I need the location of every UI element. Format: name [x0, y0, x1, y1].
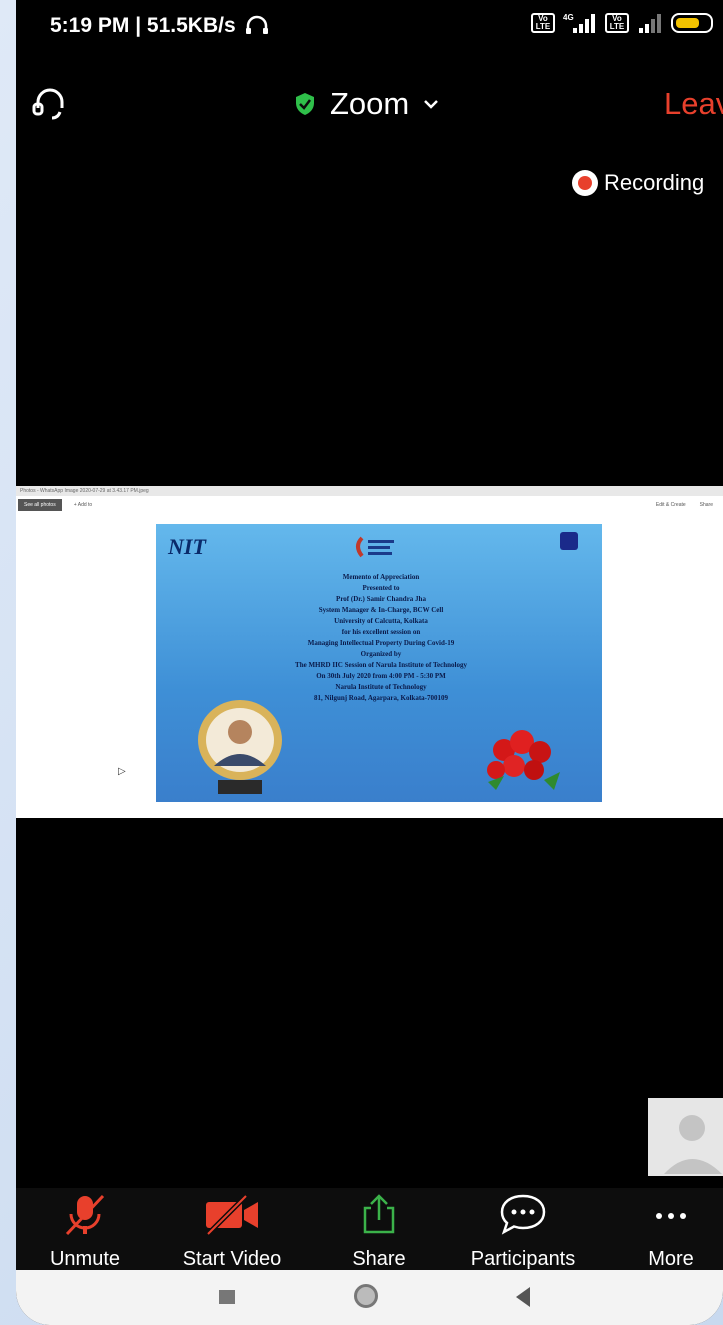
video-off-icon	[206, 1194, 258, 1236]
cert-line: On 30th July 2020 from 4:00 PM - 5:30 PM	[316, 672, 446, 680]
back-triangle-icon[interactable]	[516, 1287, 530, 1307]
cert-line: System Manager & In-Charge, BCW Cell	[318, 606, 444, 614]
signal-4g-icon: 4G	[563, 13, 595, 33]
cert-line: for his excellent session on	[341, 628, 421, 636]
status-icons: Vo LTE 4G Vo LTE	[531, 12, 713, 34]
edit-create-button: Edit & Create	[655, 502, 686, 508]
more-label: More	[648, 1248, 694, 1270]
android-nav-bar	[16, 1270, 723, 1325]
cert-line: Presented to	[362, 584, 400, 592]
see-all-photos-button: See all photos	[18, 499, 62, 511]
battery-icon	[671, 13, 713, 33]
start-video-button[interactable]: Start Video	[174, 1192, 290, 1271]
audio-output-button[interactable]	[30, 82, 70, 127]
shared-window-titlebar: Photos - WhatsApp Image 2020-07-29 at 3.…	[16, 486, 723, 496]
add-to-button: + Add to	[73, 502, 93, 508]
headphone-icon	[32, 88, 64, 120]
status-bar: 5:19 PM | 51.5KB/s Vo LTE 4G Vo LTE	[16, 0, 723, 50]
iic-logo-icon	[356, 536, 394, 558]
cert-line: 81, Nilgunj Road, Agarpara, Kolkata-7001…	[314, 694, 448, 702]
more-button[interactable]: More	[636, 1192, 706, 1271]
unmute-button[interactable]: Unmute	[44, 1192, 126, 1271]
participants-label: Participants	[470, 1248, 576, 1270]
photo-share-button: Share	[699, 502, 713, 508]
unmute-label: Unmute	[49, 1248, 121, 1270]
meeting-title-dropdown[interactable]: Zoom	[294, 86, 439, 122]
cert-line: Prof (Dr.) Samir Chandra Jha	[336, 595, 426, 603]
network-label: 4G	[563, 13, 574, 22]
cert-line: The MHRD IIC Session of Narula Institute…	[295, 661, 467, 669]
institute-crest-icon	[560, 532, 578, 550]
volte-icon: Vo LTE	[531, 13, 555, 33]
self-video-thumbnail[interactable]	[648, 1098, 723, 1176]
cert-line: University of Calcutta, Kolkata	[334, 617, 428, 625]
recents-square-icon[interactable]	[219, 1290, 235, 1304]
shared-window-toolbar: See all photos + Add to Edit & Create Sh…	[16, 496, 723, 514]
app-title: Zoom	[330, 86, 410, 121]
signal-icon	[639, 14, 661, 33]
nit-logo: NIT	[168, 534, 206, 559]
trophy-portrait-icon	[198, 700, 282, 794]
home-circle-icon[interactable]	[354, 1284, 378, 1308]
mouse-cursor-icon: ▷	[118, 766, 126, 777]
chevron-down-icon	[424, 100, 439, 109]
chat-bubble-icon	[500, 1194, 546, 1235]
participants-button[interactable]: Participants	[458, 1192, 588, 1271]
cert-line: Narula Institute of Technology	[335, 683, 427, 691]
more-dots-icon	[656, 1213, 686, 1219]
cert-line: Memento of Appreciation	[342, 573, 420, 581]
record-icon	[572, 170, 598, 196]
recording-label: Recording	[604, 170, 705, 195]
volte-icon-2: Vo LTE	[605, 13, 629, 33]
certificate-text: Memento of Appreciation Presented to Pro…	[256, 572, 506, 704]
rose-bouquet-icon	[487, 730, 560, 790]
certificate-image: NIT Memento of Appreciation Presented to…	[156, 524, 602, 802]
recording-indicator[interactable]: Recording	[572, 170, 704, 196]
mic-off-icon	[65, 1194, 105, 1236]
shield-check-icon	[296, 93, 314, 115]
cert-line: Organized by	[360, 650, 402, 658]
headset-status-icon	[246, 15, 269, 34]
share-upload-icon	[363, 1194, 395, 1234]
cert-line: Managing Intellectual Property During Co…	[307, 639, 455, 647]
share-label: Share	[352, 1248, 406, 1270]
meeting-top-bar: Zoom Leave	[16, 68, 723, 138]
leave-button[interactable]: Leave	[664, 86, 723, 122]
phone-screen: 5:19 PM | 51.5KB/s Vo LTE 4G Vo LTE Zoom…	[16, 0, 723, 1325]
status-time-text: 5:19 PM | 51.5KB/s	[50, 14, 236, 37]
status-time-speed: 5:19 PM | 51.5KB/s	[50, 14, 269, 38]
shared-screen: Photos - WhatsApp Image 2020-07-29 at 3.…	[16, 486, 723, 818]
share-button[interactable]: Share	[346, 1192, 412, 1271]
avatar-placeholder-icon	[664, 1115, 722, 1174]
start-video-label: Start Video	[182, 1248, 282, 1270]
meeting-toolbar: Unmute Start Video Share Participants Mo…	[16, 1188, 723, 1270]
